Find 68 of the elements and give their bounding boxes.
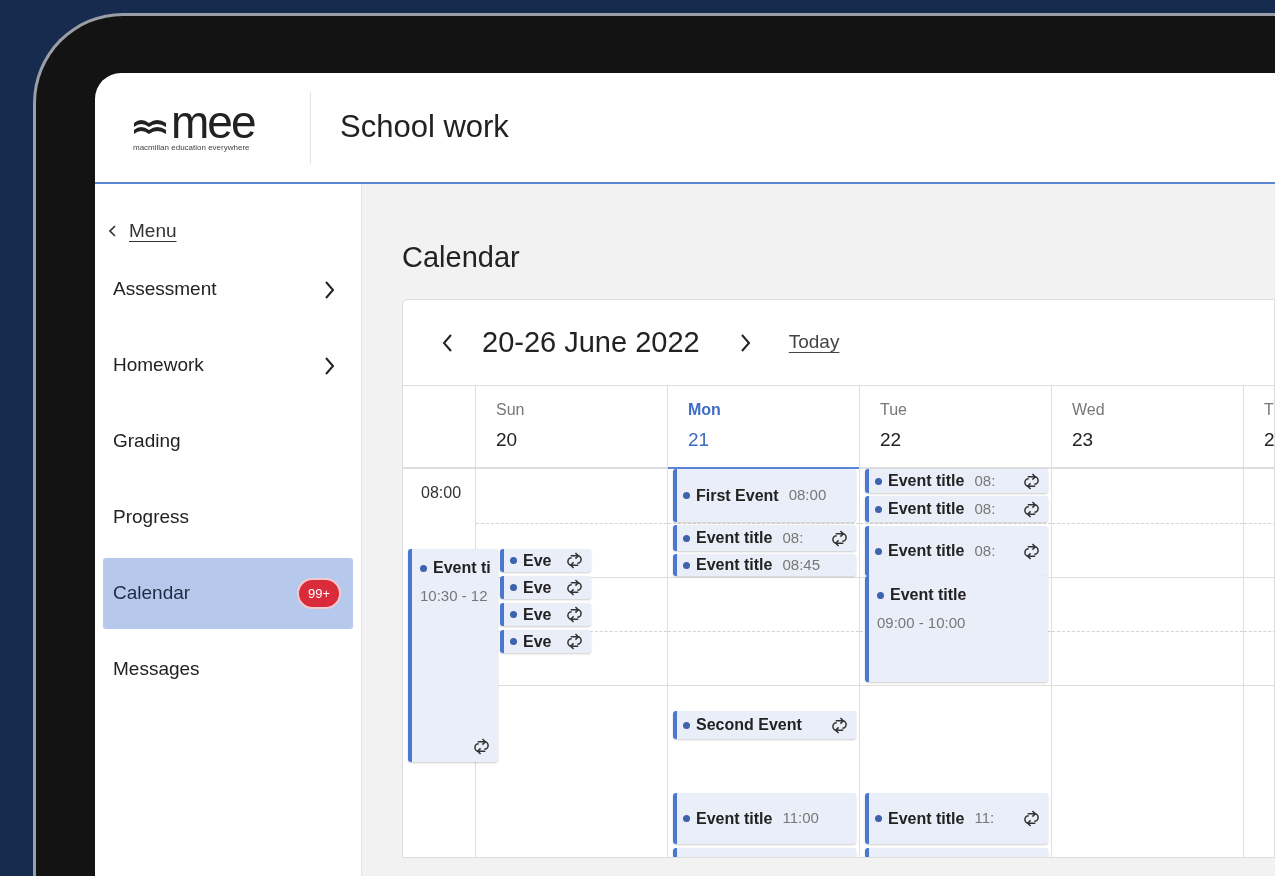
event-card[interactable]: Eve xyxy=(500,549,591,572)
event-time: 09:00 - 10:00 xyxy=(876,613,967,633)
event-title: Event title xyxy=(696,808,773,829)
event-title: Eve xyxy=(523,550,552,571)
event-title: Event title xyxy=(696,555,773,575)
sidebar-item[interactable]: Calendar 99+ xyxy=(103,558,353,629)
event-title: Eve xyxy=(523,577,552,598)
chevron-left-icon xyxy=(441,332,453,353)
event-time: 08: xyxy=(974,470,996,491)
event-title: Eve xyxy=(523,604,552,625)
event-card[interactable]: Event title 11: xyxy=(865,793,1048,844)
event-card[interactable]: Event title 08: xyxy=(865,526,1048,576)
event-title: Event title xyxy=(890,585,967,605)
event-card[interactable]: Second Event xyxy=(673,711,856,739)
weekday-label: Wed xyxy=(1072,400,1106,420)
date-number: 21 xyxy=(688,428,711,452)
today-link[interactable]: Today xyxy=(788,328,840,357)
weekday-label: Sun xyxy=(496,400,526,420)
sidebar-item[interactable]: Progress xyxy=(103,482,353,553)
app-title: School work xyxy=(340,108,509,147)
event-card[interactable]: Eve xyxy=(500,630,591,653)
event-title: Event title xyxy=(696,528,773,548)
date-number: 2 xyxy=(1264,428,1274,452)
weekday-label: Mon xyxy=(688,400,722,420)
weekday-label: Tue xyxy=(880,400,908,420)
sidebar-item[interactable]: Homework xyxy=(103,330,353,401)
event-title: Event title xyxy=(888,499,965,519)
event-time: 11:00 xyxy=(782,808,819,829)
chevron-left-icon xyxy=(109,225,117,237)
event-time: 08:00 xyxy=(788,485,827,506)
event-title: Event title xyxy=(888,471,965,491)
menu-back-link[interactable]: Menu xyxy=(103,218,353,244)
notification-badge: 99+ xyxy=(296,577,341,610)
event-card[interactable]: Event title 08: xyxy=(865,496,1048,522)
event-time: 08: xyxy=(782,527,804,548)
weekday-label: T xyxy=(1264,400,1274,420)
event-card[interactable]: Event title 11:00 xyxy=(673,793,856,844)
chevron-right-icon xyxy=(740,332,752,353)
event-card[interactable]: Eve xyxy=(500,603,591,626)
sidebar-item[interactable]: Assessment xyxy=(103,254,353,325)
event-card[interactable]: Event title 08: xyxy=(673,525,856,551)
sidebar-item[interactable]: Grading xyxy=(103,406,353,477)
date-number: 22 xyxy=(880,428,903,452)
logo-wordmark: mee xyxy=(171,102,255,141)
event-time: 11: xyxy=(974,808,995,829)
event-title: Eve xyxy=(523,631,552,652)
event-card[interactable]: Event ti 10:30 - 12 xyxy=(408,549,498,762)
event-title: Second Event xyxy=(696,715,802,735)
logo-tagline: macmillan education everywhere xyxy=(133,142,251,153)
page-title: Calendar xyxy=(402,240,521,275)
sidebar-item[interactable]: Messages xyxy=(103,634,353,705)
event-card[interactable]: Eve xyxy=(500,576,591,599)
event-title: Event title xyxy=(888,808,965,829)
event-card[interactable]: Event title 08: xyxy=(865,469,1048,493)
date-range: 20-26 June 2022 xyxy=(482,324,700,360)
event-time: 08:45 xyxy=(782,554,820,575)
event-title: Event ti xyxy=(433,558,491,578)
event-time: 08: xyxy=(974,540,996,561)
time-label: 08:00 xyxy=(421,483,463,503)
event-time: 08: xyxy=(974,498,996,519)
event-card[interactable]: First Event 08:00 xyxy=(673,469,856,522)
event-card[interactable]: Event title 09:00 - 10:00 xyxy=(865,576,1048,682)
event-title: Event title xyxy=(888,541,965,561)
date-number: 20 xyxy=(496,428,519,452)
event-title: First Event xyxy=(696,485,779,506)
event-time: 10:30 - 12 xyxy=(419,586,489,606)
event-card[interactable]: Event title 08:45 xyxy=(673,554,856,576)
date-number: 23 xyxy=(1072,428,1095,452)
